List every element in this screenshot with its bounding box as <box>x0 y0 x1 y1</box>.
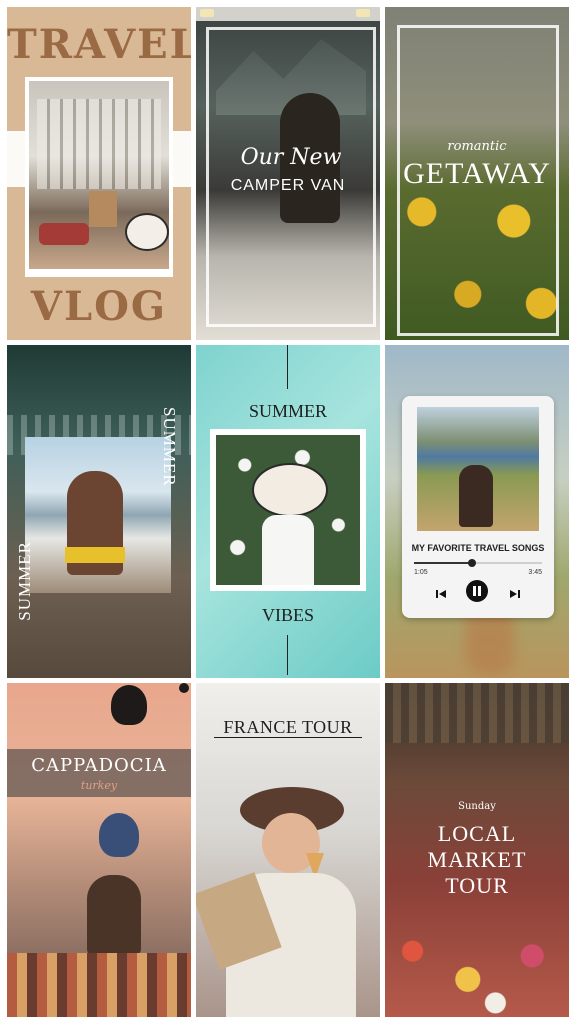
romantic-script: romantic <box>447 139 507 154</box>
flower-stall <box>385 923 569 1017</box>
white-dress <box>262 515 314 585</box>
coast-photo <box>417 407 539 531</box>
camper-van-title: CAMPER VAN <box>230 177 346 194</box>
beach-photo <box>25 437 171 593</box>
photo-card <box>210 429 366 591</box>
roof-light-right <box>356 9 370 17</box>
template-france-tour[interactable]: FRANCE TOUR <box>196 683 380 1017</box>
building-photo <box>29 81 169 269</box>
time-total: 3:45 <box>528 569 542 576</box>
rug-cushions <box>7 953 191 1017</box>
vlog-title: VLOG <box>30 283 168 330</box>
vibes-heading: VIBES <box>261 605 314 625</box>
template-summer-vibes[interactable]: SUMMER VIBES <box>196 345 380 678</box>
sun-hat <box>252 463 328 517</box>
woman-on-terrace <box>87 875 141 955</box>
music-player-card: MY FAVORITE TRAVEL SONGS 1:05 3:45 <box>402 396 554 618</box>
getaway-title: GETAWAY <box>403 157 551 190</box>
template-local-market-tour[interactable]: Sunday LOCAL MARKET TOUR <box>385 683 569 1017</box>
paper-bag <box>89 191 117 227</box>
market-title: MARKET <box>427 847 527 872</box>
van-roof <box>196 7 380 21</box>
playlist-title: MY FAVORITE TRAVEL SONGS <box>411 543 545 553</box>
flower-wall-photo <box>216 435 360 585</box>
title-underline <box>214 737 362 738</box>
next-track-icon[interactable] <box>509 585 521 598</box>
time-elapsed: 1:05 <box>414 569 428 576</box>
prev-track-icon[interactable] <box>435 585 447 598</box>
template-camper-van[interactable]: Our New CAMPER VAN <box>196 7 380 340</box>
summer-vertical-right: SUMMER <box>160 407 179 487</box>
balloon-large <box>111 685 147 725</box>
template-cappadocia[interactable]: CAPPADOCIA turkey <box>7 683 191 1017</box>
france-tour-title: FRANCE TOUR <box>223 717 353 737</box>
top-line <box>287 345 288 389</box>
hat-picnic <box>125 213 169 251</box>
template-romantic-getaway[interactable]: romantic GETAWAY <box>385 7 569 340</box>
yellow-swimsuit <box>65 547 125 563</box>
progress-knob[interactable] <box>467 559 476 567</box>
hanging-baskets <box>385 683 569 743</box>
progress-fill <box>414 562 472 564</box>
balloon-small <box>179 683 189 693</box>
turkey-subtitle: turkey <box>80 779 118 792</box>
template-travel-vlog[interactable]: TRAVEL VLOG <box>7 7 191 340</box>
balloon-blue <box>99 813 139 857</box>
bottom-line <box>287 635 288 675</box>
local-title: LOCAL <box>437 821 517 846</box>
photo-card <box>25 77 173 277</box>
summer-heading: SUMMER <box>248 401 328 421</box>
pause-icon[interactable] <box>466 580 488 602</box>
our-new-script: Our New <box>240 145 342 170</box>
sunday-label: Sunday <box>458 801 496 812</box>
travel-title: TRAVEL <box>7 21 191 68</box>
tour-title: TOUR <box>445 873 509 898</box>
template-travel-songs[interactable]: MY FAVORITE TRAVEL SONGS 1:05 3:45 <box>385 345 569 678</box>
berries-basket <box>39 223 89 245</box>
template-summer-beach[interactable]: SUMMER SUMMER <box>7 345 191 678</box>
progress-track[interactable] <box>414 559 542 567</box>
summer-vertical-left: SUMMER <box>15 541 34 621</box>
cappadocia-title: CAPPADOCIA <box>31 755 167 776</box>
girl-silhouette <box>459 465 493 527</box>
roof-light-left <box>200 9 214 17</box>
